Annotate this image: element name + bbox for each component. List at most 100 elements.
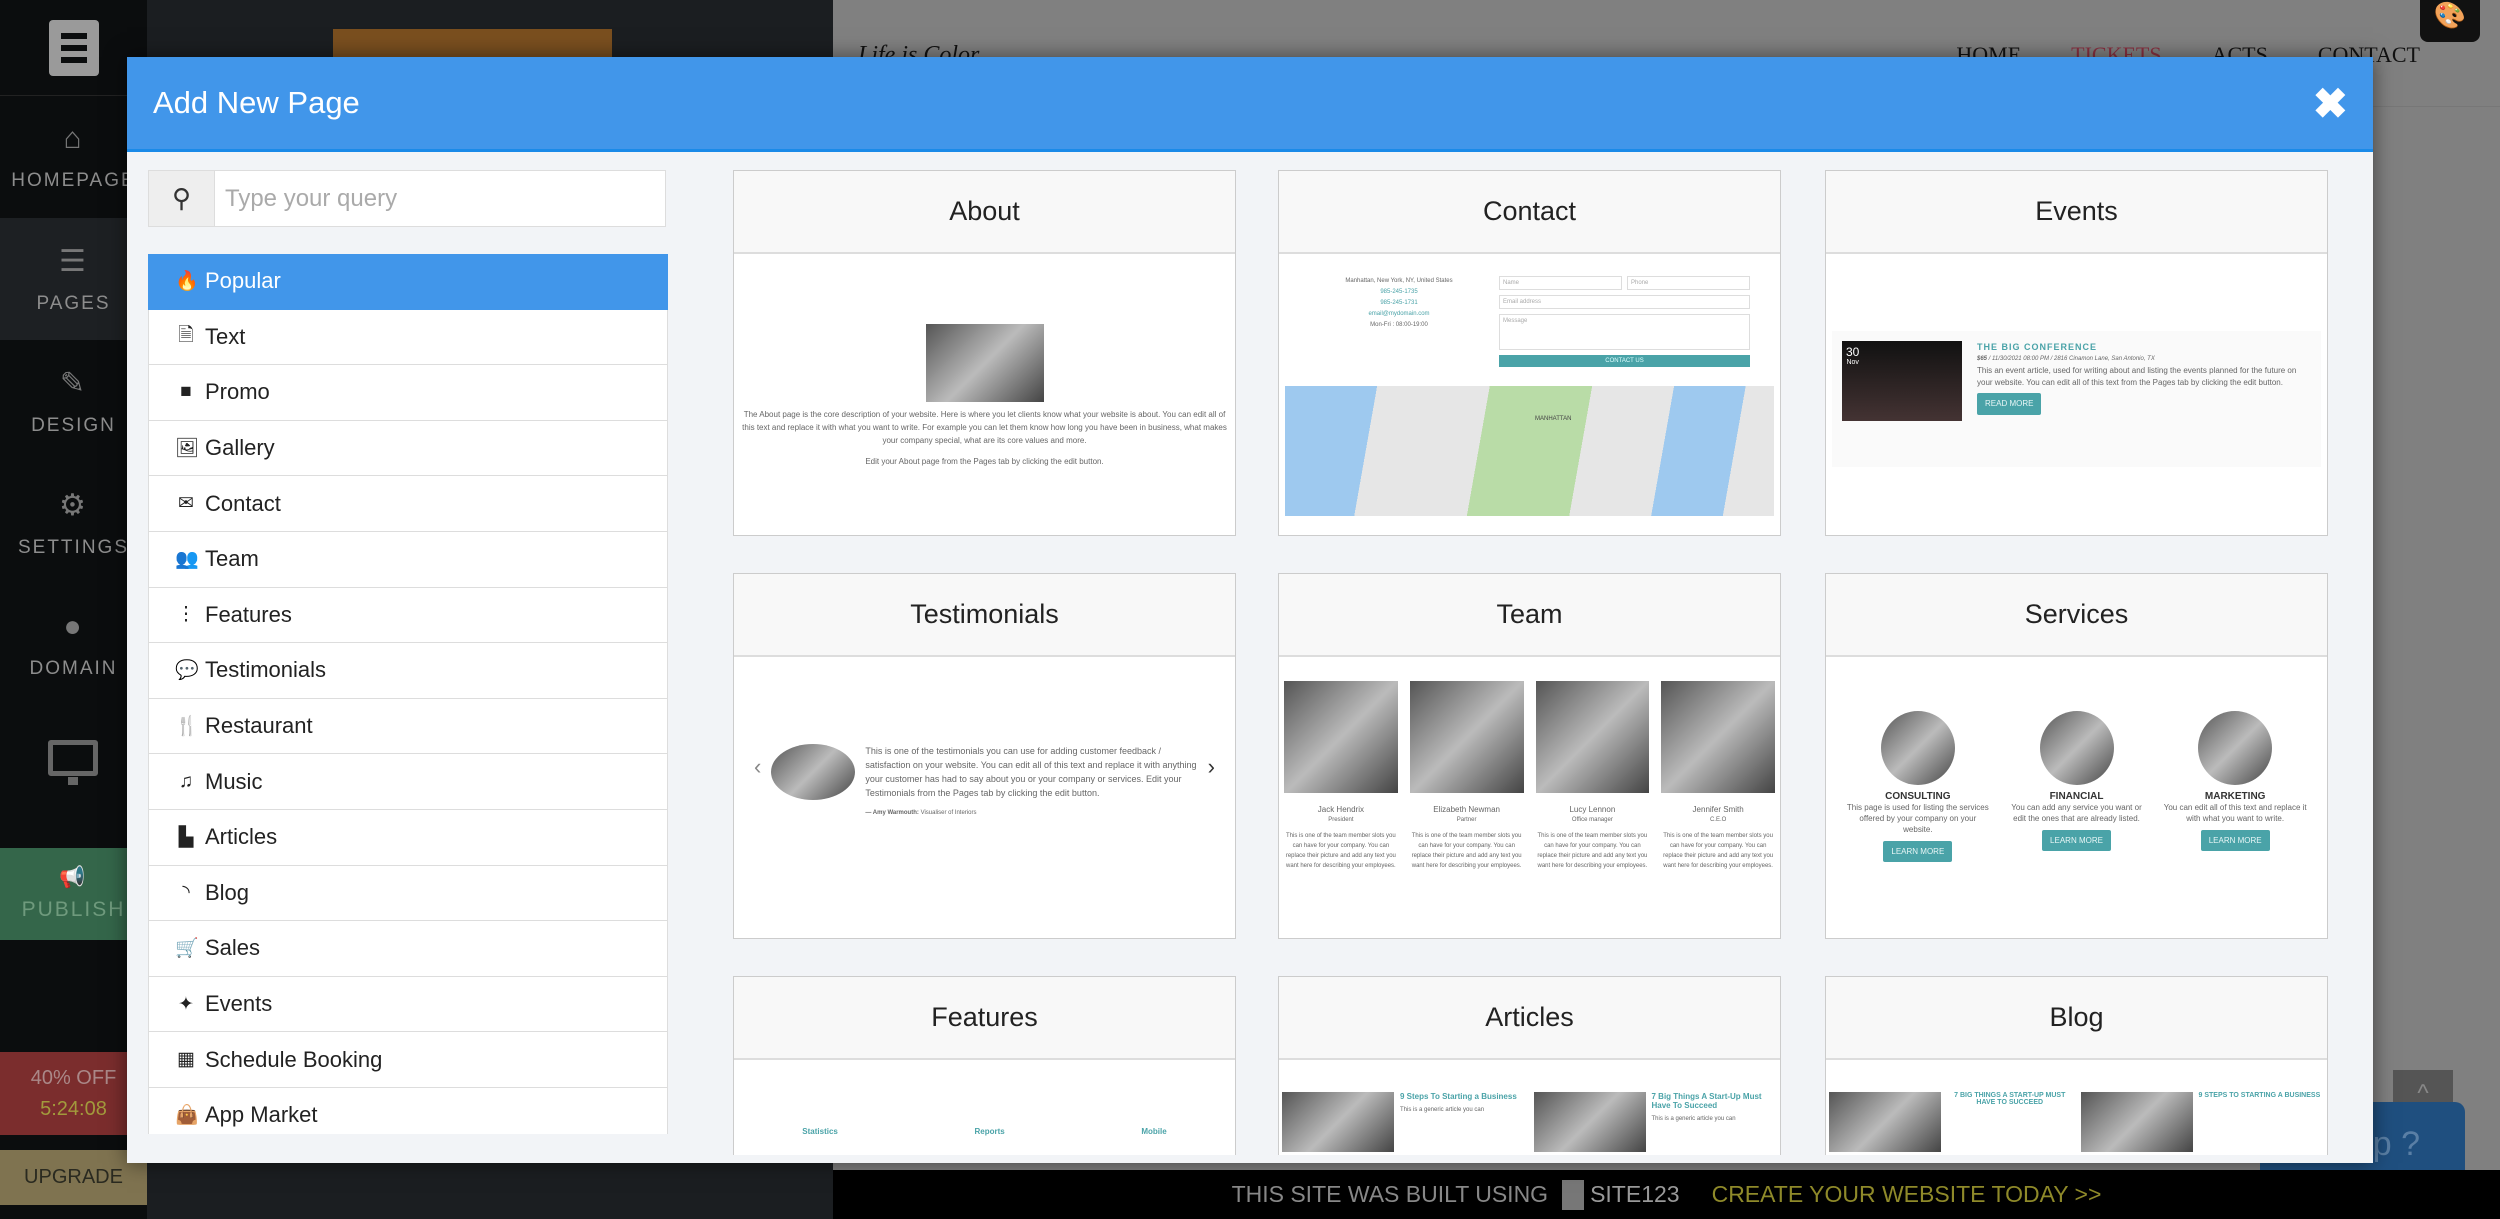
offer-text: 40% OFF	[30, 1066, 117, 1089]
event-day: 30	[1846, 345, 1860, 359]
category-articles[interactable]: ▙ Articles	[148, 809, 668, 866]
testimonial-role: Visualiser of Interiors	[920, 810, 977, 816]
card-title: About	[734, 171, 1235, 254]
brush-icon: ✎	[59, 366, 88, 400]
nav-label: PAGES	[36, 292, 111, 314]
blog-title: 7 BIG THINGS A START-UP MUST HAVE TO SUC…	[1954, 1092, 2066, 1106]
nav-settings[interactable]: ⚙ SETTINGS	[0, 462, 147, 584]
read-more-button: READ MORE	[1977, 393, 2042, 415]
category-restaurant[interactable]: 🍴 Restaurant	[148, 698, 668, 755]
about-text: The About page is the core description o…	[742, 410, 1227, 445]
category-text[interactable]: 🗎 Text	[148, 309, 668, 366]
event-title: THE BIG CONFERENCE	[1977, 342, 2098, 352]
publish-label: PUBLISH	[21, 898, 126, 921]
member-text: This is one of the team member slots you…	[1537, 833, 1648, 869]
category-promo[interactable]: ■ Promo	[148, 365, 668, 421]
category-features[interactable]: ⋮ Features	[148, 587, 668, 644]
template-card-testimonials[interactable]: Testimonials ‹ This is one of the testimon…	[733, 573, 1236, 939]
category-label: App Market	[205, 1102, 318, 1128]
card-title: Events	[1826, 171, 2327, 254]
nav-homepage[interactable]: ⌂ HOMEPAGE	[0, 96, 147, 218]
chevron-left-icon: ‹	[754, 754, 762, 779]
template-card-events[interactable]: Events 30 Nov THE BIG CONFERENCE $65 / 11/30…	[1825, 170, 2328, 536]
category-label: Schedule Booking	[205, 1046, 383, 1072]
card-preview: CONSULTING This page is used for listing …	[1826, 659, 2327, 938]
nav-domain[interactable]: ● DOMAIN	[0, 584, 147, 706]
footer-cta-link[interactable]: CREATE YOUR WEBSITE TODAY >>	[1712, 1181, 2102, 1208]
nav-pages[interactable]: ☰ PAGES	[0, 218, 147, 340]
template-card-contact[interactable]: Contact Manhattan, New York, NY, United S…	[1278, 170, 1781, 536]
card-preview: The About page is the core description o…	[734, 256, 1235, 535]
template-card-features[interactable]: Features Statistics Reports Mobile	[733, 976, 1236, 1155]
fire-icon: 🔥	[175, 271, 199, 293]
service-text: You can edit all of this text and replac…	[2163, 803, 2307, 823]
search-input[interactable]	[215, 171, 665, 226]
card-preview: Statistics Reports Mobile	[734, 1062, 1235, 1155]
category-music[interactable]: ♫ Music	[148, 754, 668, 810]
contact-us-button: CONTACT US	[1499, 355, 1750, 367]
phone-field: Phone	[1627, 276, 1750, 290]
article-title: 7 Big Things A Start-Up Must Have To Suc…	[1651, 1092, 1762, 1110]
category-label: Articles	[205, 824, 278, 850]
category-schedule-booking[interactable]: ▦ Schedule Booking	[148, 1032, 668, 1088]
site123-logo[interactable]	[0, 0, 147, 96]
article-text: This is a generic article you can	[1400, 1107, 1485, 1113]
category-label: Team	[205, 546, 259, 572]
testimonial-author: — Amy Warmouth:	[865, 810, 919, 816]
category-contact[interactable]: ✉ Contact	[148, 476, 668, 532]
category-sales[interactable]: 🛒 Sales	[148, 921, 668, 977]
category-blog[interactable]: ◝ Blog	[148, 865, 668, 922]
member-role: President	[1328, 817, 1354, 823]
publish-button[interactable]: 📢 PUBLISH	[0, 848, 147, 940]
map: MANHATTAN	[1285, 386, 1774, 516]
card-title: Articles	[1279, 977, 1780, 1060]
ticket-icon: ✦	[178, 993, 194, 1015]
template-card-services[interactable]: Services CONSULTING This page is used for …	[1825, 573, 2328, 939]
category-team[interactable]: 👥 Team	[148, 531, 668, 588]
card-title: Features	[734, 977, 1235, 1060]
event-text: This an event article, used for writing …	[1977, 366, 2297, 387]
category-label: Features	[205, 601, 292, 627]
category-label: Promo	[205, 379, 270, 405]
template-card-articles[interactable]: Articles 9 Steps To Starting a Business Th…	[1278, 976, 1781, 1155]
palette-icon[interactable]: 🎨	[2420, 0, 2480, 42]
card-preview: 30 Nov THE BIG CONFERENCE $65 / 11/30/2021 …	[1826, 256, 2327, 535]
member-text: This is one of the team member slots you…	[1285, 833, 1396, 869]
category-gallery[interactable]: 🖼 Gallery	[148, 420, 668, 477]
template-card-team[interactable]: Team Jack Hendrix President This is one of …	[1278, 573, 1781, 939]
article-title: 9 Steps To Starting a Business	[1400, 1092, 1517, 1101]
search-icon[interactable]: ⚲	[149, 171, 215, 226]
category-label: Text	[205, 323, 246, 349]
feature-label: Mobile	[1141, 1127, 1167, 1136]
member-name: Jennifer Smith	[1692, 805, 1744, 814]
nav-label: SETTINGS	[17, 536, 129, 558]
desktop-preview-icon[interactable]	[48, 740, 98, 785]
member-name: Jack Hendrix	[1317, 805, 1364, 814]
cutlery-icon: 🍴	[175, 716, 199, 738]
site-footer: THIS SITE WAS BUILT USING SITE123 CREATE…	[833, 1170, 2500, 1219]
event-place: 2816 Cinamon Lane, San Antonio, TX	[2053, 356, 2155, 362]
add-new-page-modal: Add New Page ✖ ⚲ 🔥 Popular 🗎 Text ■ Promo 🖼Gal…	[127, 57, 2373, 1163]
category-label: Contact	[205, 490, 281, 516]
upgrade-button[interactable]: UPGRADE	[0, 1150, 147, 1205]
category-list: 🔥 Popular 🗎 Text ■ Promo 🖼 Gallery ✉ Contact 👥 Team…	[148, 254, 668, 1134]
template-card-about[interactable]: About The About page is the core descript…	[733, 170, 1236, 536]
category-testimonials[interactable]: 💬 Testimonials	[148, 643, 668, 699]
footer-logo: SITE123	[1562, 1179, 1680, 1210]
card-preview: ‹ This is one of the testimonials you can…	[734, 659, 1235, 938]
category-label: Events	[205, 991, 273, 1017]
learn-more-button: LEARN MORE	[2042, 830, 2111, 851]
member-role: Office manager	[1571, 817, 1613, 823]
cart-icon: 🛒	[175, 938, 199, 960]
nav-design[interactable]: ✎ DESIGN	[0, 340, 147, 462]
square-icon: ■	[180, 381, 192, 403]
category-events[interactable]: ✦ Events	[148, 976, 668, 1033]
card-preview: 7 BIG THINGS A START-UP MUST HAVE TO SUC…	[1826, 1062, 2327, 1155]
article-text: This is a generic article you can	[1651, 1116, 1736, 1122]
template-card-blog[interactable]: Blog 7 BIG THINGS A START-UP MUST HAVE TO…	[1825, 976, 2328, 1155]
category-app-market[interactable]: 👜 App Market	[148, 1087, 668, 1134]
offer-banner[interactable]: 40% OFF 5:24:08	[0, 1052, 147, 1135]
nav-label: DESIGN	[31, 414, 116, 436]
category-popular[interactable]: 🔥 Popular	[148, 254, 668, 310]
close-icon[interactable]: ✖	[2313, 79, 2348, 128]
